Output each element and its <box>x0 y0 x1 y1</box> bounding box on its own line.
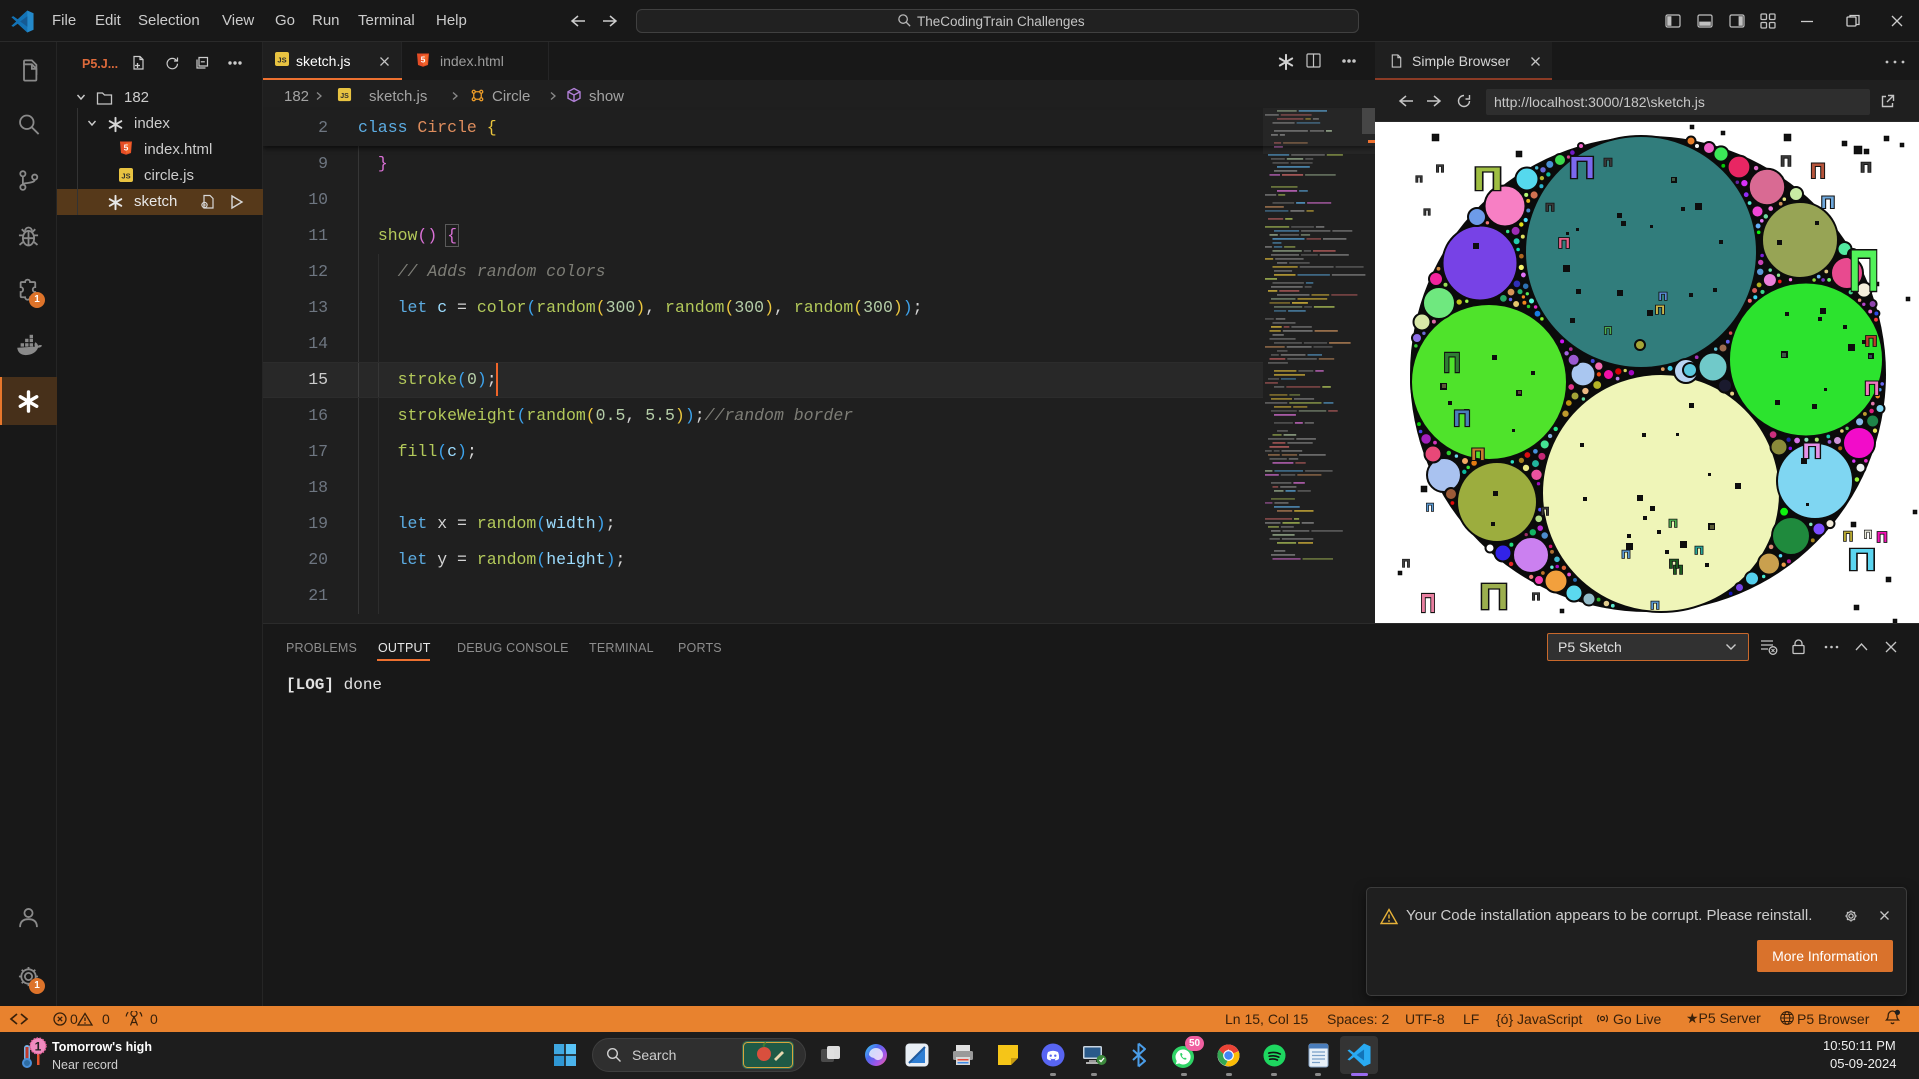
svg-text:Π: Π <box>1659 291 1668 303</box>
svg-text:Π: Π <box>1436 164 1444 175</box>
svg-text:Π: Π <box>1811 160 1826 183</box>
svg-text:Π: Π <box>1669 557 1679 571</box>
svg-text:Π: Π <box>1471 445 1485 464</box>
svg-text:Π: Π <box>1546 202 1555 214</box>
svg-text:JS: JS <box>121 172 130 181</box>
svg-text:Π: Π <box>1426 502 1434 514</box>
svg-text:Π: Π <box>1821 193 1835 212</box>
svg-text:Π: Π <box>1877 529 1888 546</box>
svg-text:Π: Π <box>1541 506 1549 518</box>
svg-text:1: 1 <box>35 1040 42 1054</box>
svg-text:Π: Π <box>1865 379 1880 400</box>
svg-text:Π: Π <box>1421 588 1436 618</box>
svg-text:Π: Π <box>1402 558 1410 570</box>
svg-text:Π: Π <box>1454 406 1471 431</box>
svg-text:Π: Π <box>1569 150 1595 185</box>
svg-text:Π: Π <box>1865 333 1877 350</box>
svg-text:Π: Π <box>1480 576 1509 617</box>
svg-text:Π: Π <box>1669 518 1678 530</box>
svg-text:Π: Π <box>1843 528 1853 544</box>
svg-text:Π: Π <box>1695 545 1704 557</box>
svg-text:Π: Π <box>1444 347 1461 378</box>
svg-text:Π: Π <box>1849 239 1879 304</box>
svg-text:Π: Π <box>1655 303 1665 317</box>
svg-text:5: 5 <box>124 143 129 153</box>
svg-text:Π: Π <box>1416 175 1423 184</box>
svg-text:Π: Π <box>1604 157 1613 169</box>
svg-text:Π: Π <box>1474 161 1503 197</box>
svg-text:Π: Π <box>1781 153 1792 170</box>
svg-text:Π: Π <box>1803 440 1822 463</box>
svg-text:Π: Π <box>1864 529 1872 541</box>
svg-text:Π: Π <box>1848 542 1876 577</box>
svg-text:Π: Π <box>1861 159 1872 175</box>
svg-text:Π: Π <box>1622 549 1631 561</box>
svg-text:Π: Π <box>1604 326 1612 337</box>
svg-text:Π: Π <box>1424 208 1431 217</box>
svg-text:Π: Π <box>1651 600 1660 612</box>
svg-text:Π: Π <box>1532 592 1540 603</box>
svg-text:Π: Π <box>1558 235 1570 252</box>
